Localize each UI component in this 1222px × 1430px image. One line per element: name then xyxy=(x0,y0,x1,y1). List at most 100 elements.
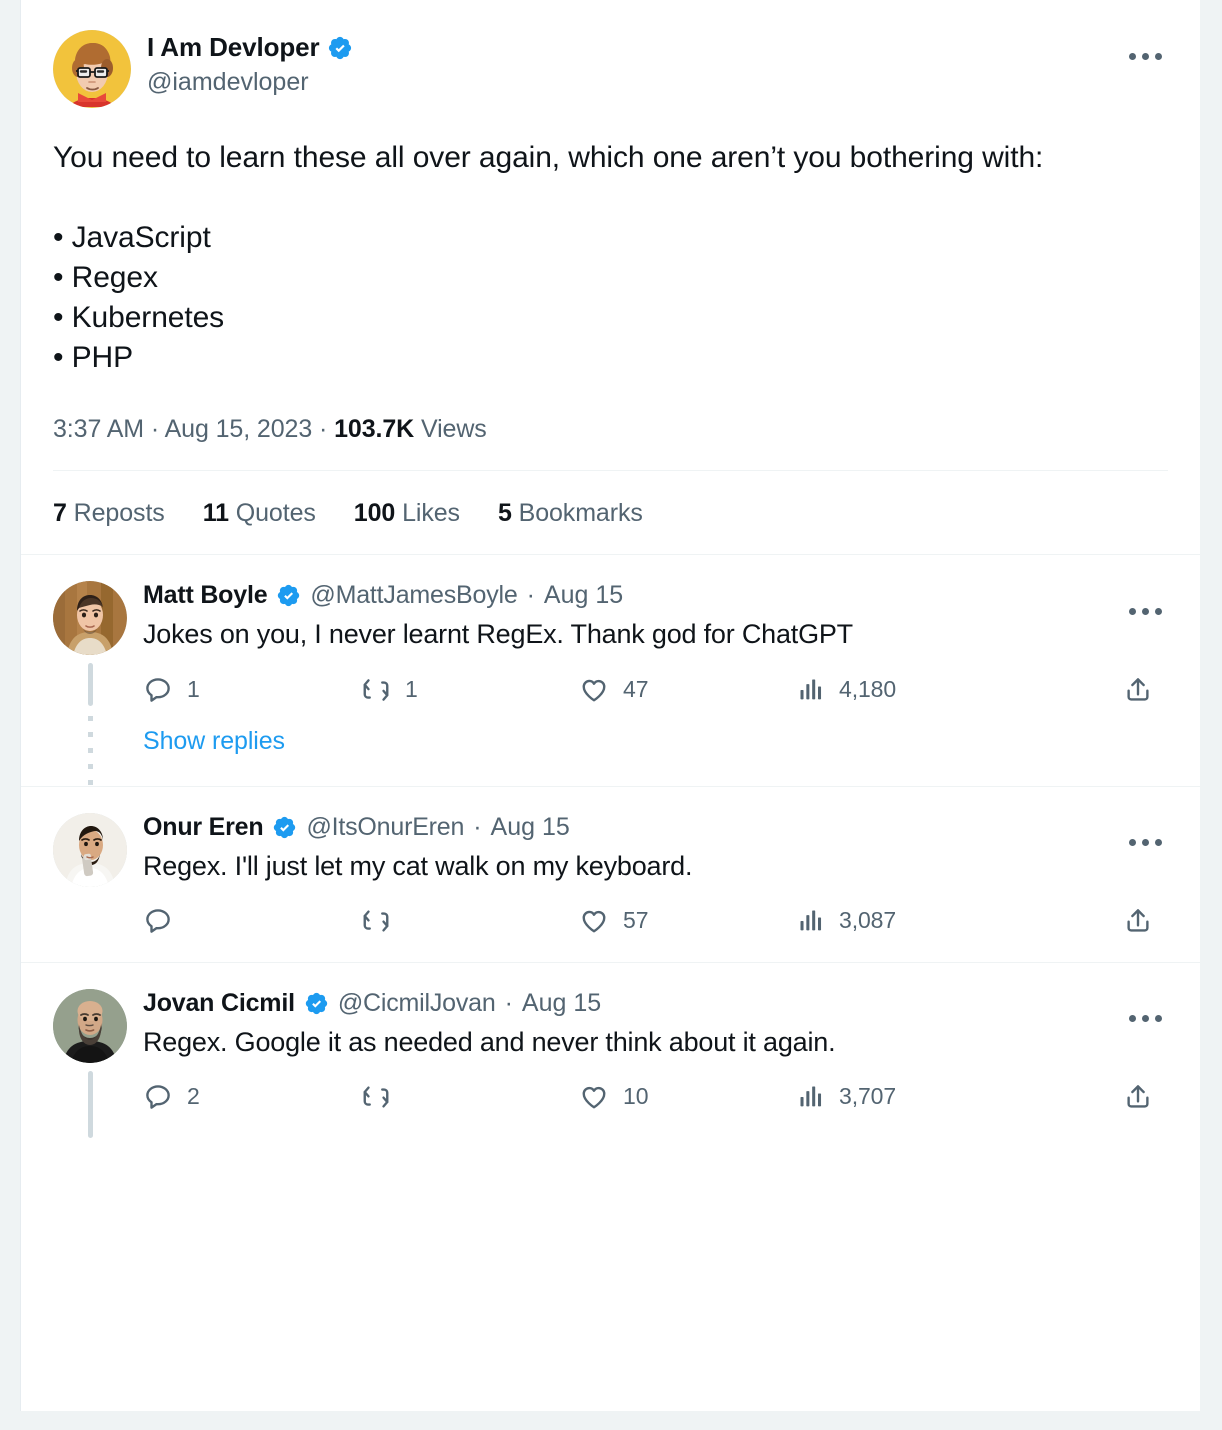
stat-bookmarks[interactable]: 5 Bookmarks xyxy=(498,499,643,528)
reply-action-button[interactable] xyxy=(143,906,361,936)
reply-item: Onur Eren @ItsOnurEren · Aug 15 Regex. I… xyxy=(21,787,1200,963)
views-action-button[interactable]: 3,087 xyxy=(797,907,1065,935)
tweet-thread-card: I Am Devloper @iamdevloper You need to l… xyxy=(20,0,1201,1411)
reply-text: Regex. Google it as needed and never thi… xyxy=(143,1026,836,1057)
reply-count: 1 xyxy=(187,676,200,703)
verified-badge-icon xyxy=(274,816,296,838)
share-action-button[interactable] xyxy=(1123,906,1153,936)
stat-reposts[interactable]: 7 Reposts xyxy=(53,499,165,528)
tweet-text-blank-line xyxy=(53,178,1168,218)
reply-actions-row: 1 1 47 4,180 xyxy=(143,675,1153,727)
main-tweet-author-row: I Am Devloper @iamdevloper xyxy=(53,30,1168,108)
reply-more-button[interactable] xyxy=(1124,599,1166,623)
views-count: 3,087 xyxy=(839,907,897,934)
reply-handle[interactable]: @MattJamesBoyle xyxy=(310,581,517,610)
reply-action-button[interactable]: 2 xyxy=(143,1082,361,1112)
more-horizontal-icon xyxy=(1128,607,1136,615)
reply-separator: · xyxy=(473,812,482,841)
tweet-text-line: • Kubernetes xyxy=(53,300,225,334)
display-name-line: I Am Devloper xyxy=(147,32,353,64)
reply-avatar-column xyxy=(53,988,127,1138)
quotes-count: 11 xyxy=(202,499,229,528)
like-count: 47 xyxy=(623,676,649,703)
avatar[interactable] xyxy=(53,581,127,656)
like-action-button[interactable]: 10 xyxy=(579,1082,797,1112)
bookmarks-count: 5 xyxy=(497,499,512,528)
author-handle[interactable]: @iamdevloper xyxy=(147,66,353,99)
more-horizontal-icon xyxy=(1141,52,1149,60)
verified-badge-icon xyxy=(278,585,300,607)
reply-text: Regex. I'll just let my cat walk on my k… xyxy=(143,850,693,881)
reply-actions-row: 2 10 3,707 xyxy=(143,1082,1153,1134)
reply-body: Matt Boyle @MattJamesBoyle · Aug 15 Joke… xyxy=(143,581,1168,785)
reply-handle[interactable]: @ItsOnurEren xyxy=(306,813,464,842)
avatar[interactable] xyxy=(53,30,131,108)
reply-header: Jovan Cicmil @CicmilJovan · Aug 15 xyxy=(143,989,1168,1018)
reply-icon xyxy=(146,908,170,933)
avatar[interactable] xyxy=(53,812,127,887)
share-action-button[interactable] xyxy=(1123,1082,1153,1112)
like-action-button[interactable]: 47 xyxy=(579,675,797,705)
reply-more-button[interactable] xyxy=(1124,831,1166,855)
stat-quotes[interactable]: 11 Quotes xyxy=(203,499,316,528)
tweet-text-line: You need to learn these all over again, … xyxy=(53,141,1044,174)
meta-separator: · xyxy=(319,415,328,444)
tweet-time[interactable]: 3:37 AM xyxy=(53,415,144,443)
repost-count: 1 xyxy=(405,676,418,703)
reply-display-name[interactable]: Onur Eren xyxy=(143,813,264,842)
likes-count: 100 xyxy=(353,499,396,528)
reply-date[interactable]: Aug 15 xyxy=(522,989,601,1018)
more-horizontal-icon xyxy=(1128,52,1136,60)
bookmarks-label: Bookmarks xyxy=(518,499,643,528)
divider xyxy=(53,470,1168,472)
reply-display-name[interactable]: Matt Boyle xyxy=(143,581,268,610)
timestamp-and-views: 3:37 AM · Aug 15, 2023 · 103.7K Views xyxy=(53,415,1168,444)
verified-badge-icon xyxy=(305,992,328,1014)
onur-eren-photo-avatar-icon xyxy=(53,812,127,887)
repost-action-button[interactable] xyxy=(361,906,579,936)
reply-item: Jovan Cicmil @CicmilJovan · Aug 15 Regex… xyxy=(21,963,1200,1138)
reply-body: Jovan Cicmil @CicmilJovan · Aug 15 Regex… xyxy=(143,989,1168,1138)
more-horizontal-icon xyxy=(1154,839,1162,847)
reply-date[interactable]: Aug 15 xyxy=(491,813,570,842)
avatar[interactable] xyxy=(53,988,127,1063)
show-replies-link[interactable]: Show replies xyxy=(143,727,285,756)
like-count: 10 xyxy=(623,1083,649,1110)
reply-handle[interactable]: @CicmilJovan xyxy=(338,989,496,1018)
share-icon xyxy=(1127,908,1149,932)
main-tweet-identity: I Am Devloper @iamdevloper xyxy=(147,30,353,98)
views-action-button[interactable]: 3,707 xyxy=(797,1083,1065,1111)
repost-action-button[interactable]: 1 xyxy=(361,675,579,705)
engagement-stats-row: 7 Reposts 11 Quotes 100 Likes 5 Bookmark… xyxy=(53,499,1168,528)
repost-action-button[interactable] xyxy=(361,1082,579,1112)
more-horizontal-icon xyxy=(1128,839,1136,847)
main-tweet-text: You need to learn these all over again, … xyxy=(53,138,1168,377)
verified-badge-icon xyxy=(328,36,351,59)
repost-icon xyxy=(363,678,389,701)
views-action-button[interactable]: 4,180 xyxy=(797,676,1065,704)
reply-date[interactable]: Aug 15 xyxy=(544,581,623,610)
thread-connector-line xyxy=(87,663,93,706)
stat-likes[interactable]: 100 Likes xyxy=(354,499,460,528)
repost-icon xyxy=(363,910,389,932)
reply-avatar-column xyxy=(53,581,127,786)
reply-action-button[interactable]: 1 xyxy=(143,675,361,705)
thread-connector-dots xyxy=(87,715,93,786)
main-tweet-more-button[interactable] xyxy=(1124,44,1166,68)
tweet-date[interactable]: Aug 15, 2023 xyxy=(165,415,313,443)
page-title[interactable]: I Am Devloper xyxy=(147,32,320,64)
repost-icon xyxy=(363,1086,389,1108)
like-action-button[interactable]: 57 xyxy=(579,906,797,936)
share-icon xyxy=(1127,1084,1149,1108)
tweet-text-line: • PHP xyxy=(53,340,134,374)
reply-separator: · xyxy=(526,581,535,610)
share-action-button[interactable] xyxy=(1123,675,1153,705)
more-horizontal-icon xyxy=(1154,607,1162,615)
reply-more-button[interactable] xyxy=(1124,1007,1166,1031)
more-horizontal-icon xyxy=(1154,52,1162,60)
meta-separator: · xyxy=(150,415,160,444)
reply-display-name[interactable]: Jovan Cicmil xyxy=(143,989,295,1018)
matt-boyle-photo-avatar-icon xyxy=(53,581,127,656)
reply-icon xyxy=(146,1084,170,1109)
screenshot-root: I Am Devloper @iamdevloper You need to l… xyxy=(0,0,1222,1430)
